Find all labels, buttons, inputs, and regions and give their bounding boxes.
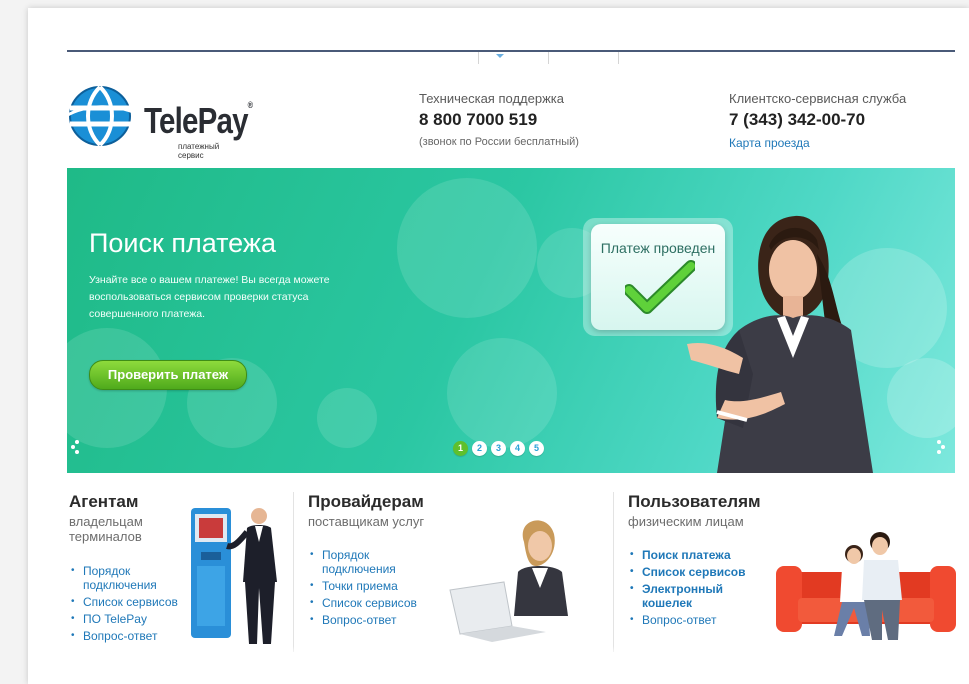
check-payment-button[interactable]: Проверить платеж	[89, 360, 247, 390]
prev-slide-icon[interactable]	[69, 438, 83, 456]
list-item[interactable]: Поиск платежа	[628, 548, 768, 562]
provider-laptop-image	[449, 520, 568, 642]
globe-logo-icon	[66, 85, 138, 147]
caret-down-icon[interactable]	[496, 54, 504, 58]
support-phone[interactable]: 8 800 7000 519	[419, 110, 579, 130]
support-contact: Техническая поддержка 8 800 7000 519 (зв…	[419, 91, 579, 148]
users-subtitle: физическим лицам	[628, 514, 744, 529]
telepay-logo[interactable]: TelePay® платежный сервис	[66, 82, 253, 160]
users-title[interactable]: Пользователям	[628, 492, 761, 512]
providers-links: Порядок подключения Точки приема Список …	[308, 548, 448, 630]
businesswoman-image	[687, 215, 873, 473]
list-item[interactable]: Точки приема	[308, 579, 448, 593]
brand-name: TelePay	[144, 100, 248, 141]
providers-subtitle: поставщикам услуг	[308, 514, 425, 529]
slide-dot[interactable]: 4	[510, 441, 525, 456]
service-phone[interactable]: 7 (343) 342-00-70	[729, 110, 906, 130]
providers-column: Провайдерам поставщикам услуг Порядок по…	[306, 488, 610, 648]
column-divider	[293, 492, 294, 652]
slide-dot[interactable]: 1	[453, 441, 468, 456]
bottom-fade	[67, 646, 955, 656]
list-item[interactable]: Список сервисов	[308, 596, 448, 610]
slide-dot[interactable]: 5	[529, 441, 544, 456]
users-sofa-image	[776, 532, 956, 640]
slide-dot[interactable]: 3	[491, 441, 506, 456]
slider-pagination: 12345	[453, 438, 548, 456]
brand-tagline: платежный сервис	[178, 142, 220, 160]
banner-title: Поиск платежа	[89, 228, 276, 258]
next-slide-icon[interactable]	[935, 438, 949, 456]
top-nav	[418, 52, 678, 64]
providers-title[interactable]: Провайдерам	[308, 492, 424, 512]
agents-title[interactable]: Агентам	[69, 492, 138, 512]
list-item[interactable]: Список сервисов	[628, 565, 768, 579]
column-divider	[613, 492, 614, 652]
terminal-agent-image	[191, 508, 277, 644]
list-item[interactable]: Порядок подключения	[308, 548, 412, 576]
hero-banner: Поиск платежа Узнайте все о вашем платеж…	[67, 168, 955, 473]
list-item[interactable]: Вопрос-ответ	[628, 613, 768, 627]
agents-column: Агентам владельцам терминалов Порядок по…	[67, 488, 293, 648]
list-item[interactable]: Вопрос-ответ	[308, 613, 448, 627]
map-link[interactable]: Карта проезда	[729, 136, 906, 150]
service-label: Клиентско-сервисная служба	[729, 91, 907, 106]
list-item[interactable]: Электронный кошелек	[628, 582, 742, 610]
support-note: (звонок по России бесплатный)	[419, 136, 579, 148]
list-item[interactable]: Порядок подключения	[69, 564, 173, 592]
banner-description: Узнайте все о вашем платеже! Вы всегда м…	[89, 274, 330, 320]
page: TelePay® платежный сервис Техническая по…	[28, 8, 969, 684]
support-label: Техническая поддержка	[419, 91, 564, 106]
slide-dot[interactable]: 2	[472, 441, 487, 456]
users-links: Поиск платежа Список сервисов Электронны…	[628, 548, 768, 630]
brand-reg: ®	[247, 100, 253, 110]
agents-subtitle: владельцам терминалов	[69, 514, 143, 544]
users-column: Пользователям физическим лицам Поиск пла…	[626, 488, 956, 648]
service-contact: Клиентско-сервисная служба 7 (343) 342-0…	[729, 91, 906, 150]
